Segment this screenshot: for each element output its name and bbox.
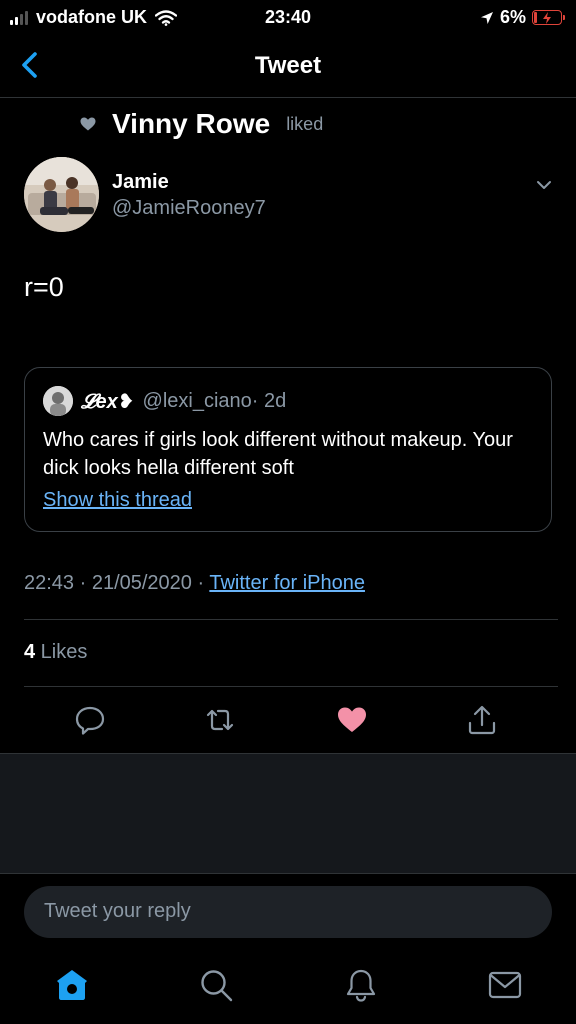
mail-icon[interactable] bbox=[487, 967, 523, 1003]
home-icon[interactable] bbox=[54, 967, 90, 1003]
divider bbox=[24, 619, 558, 620]
page-title: Tweet bbox=[254, 52, 322, 79]
liked-label: liked bbox=[286, 113, 324, 134]
tweet-timestamp: 22:43 · 21/05/2020 · bbox=[24, 572, 210, 594]
battery-icon bbox=[532, 10, 565, 25]
quoted-tweet[interactable]: 𝓛ex❥ @lexi_ciano · 2d Who cares if girls… bbox=[24, 367, 552, 532]
status-bar: vodafone UK 23:40 6% bbox=[0, 0, 576, 34]
avatar[interactable] bbox=[24, 157, 99, 232]
battery-percent: 6% bbox=[499, 7, 526, 27]
show-thread-link[interactable]: Show this thread bbox=[43, 489, 192, 512]
quoted-author-name: 𝓛ex❥ bbox=[81, 390, 135, 413]
action-bar bbox=[0, 704, 576, 738]
author-name[interactable]: Jamie bbox=[112, 171, 169, 194]
retweet-icon[interactable] bbox=[204, 704, 236, 736]
likes-label: Likes bbox=[35, 641, 88, 663]
reply-input[interactable]: Tweet your reply bbox=[24, 886, 552, 938]
bell-icon[interactable] bbox=[343, 967, 379, 1003]
author-handle[interactable]: @JamieRooney7 bbox=[112, 197, 266, 220]
quoted-tweet-age: · 2d bbox=[251, 389, 287, 412]
heart-icon bbox=[80, 117, 96, 131]
location-arrow-icon bbox=[480, 11, 493, 24]
quoted-author-handle: @lexi_ciano bbox=[142, 389, 252, 412]
status-right: 6% bbox=[480, 7, 565, 28]
tweet-source-link[interactable]: Twitter for iPhone bbox=[209, 572, 365, 594]
likes-count[interactable]: 4 Likes bbox=[24, 641, 87, 664]
quoted-tweet-header: 𝓛ex❥ @lexi_ciano · 2d bbox=[43, 386, 286, 416]
tweet-meta: 22:43 · 21/05/2020 · Twitter for iPhone bbox=[24, 572, 365, 595]
share-icon[interactable] bbox=[466, 704, 498, 736]
comment-icon[interactable] bbox=[74, 704, 106, 736]
quoted-tweet-text: Who cares if girls look different withou… bbox=[43, 429, 513, 479]
heart-filled-icon[interactable] bbox=[336, 704, 368, 736]
social-context: Vinny Rowe liked bbox=[80, 108, 323, 140]
liker-name[interactable]: Vinny Rowe bbox=[106, 108, 277, 140]
likes-number: 4 bbox=[24, 641, 36, 663]
tab-bar bbox=[0, 955, 576, 1024]
quoted-avatar bbox=[43, 386, 73, 416]
chevron-down-icon[interactable] bbox=[534, 175, 554, 195]
nav-bar: Tweet bbox=[0, 34, 576, 98]
replies-area bbox=[0, 753, 576, 874]
tweet-author: Jamie @JamieRooney7 bbox=[24, 157, 554, 237]
tweet-text: r=0 bbox=[24, 272, 64, 302]
divider bbox=[24, 686, 558, 687]
search-icon[interactable] bbox=[198, 967, 234, 1003]
